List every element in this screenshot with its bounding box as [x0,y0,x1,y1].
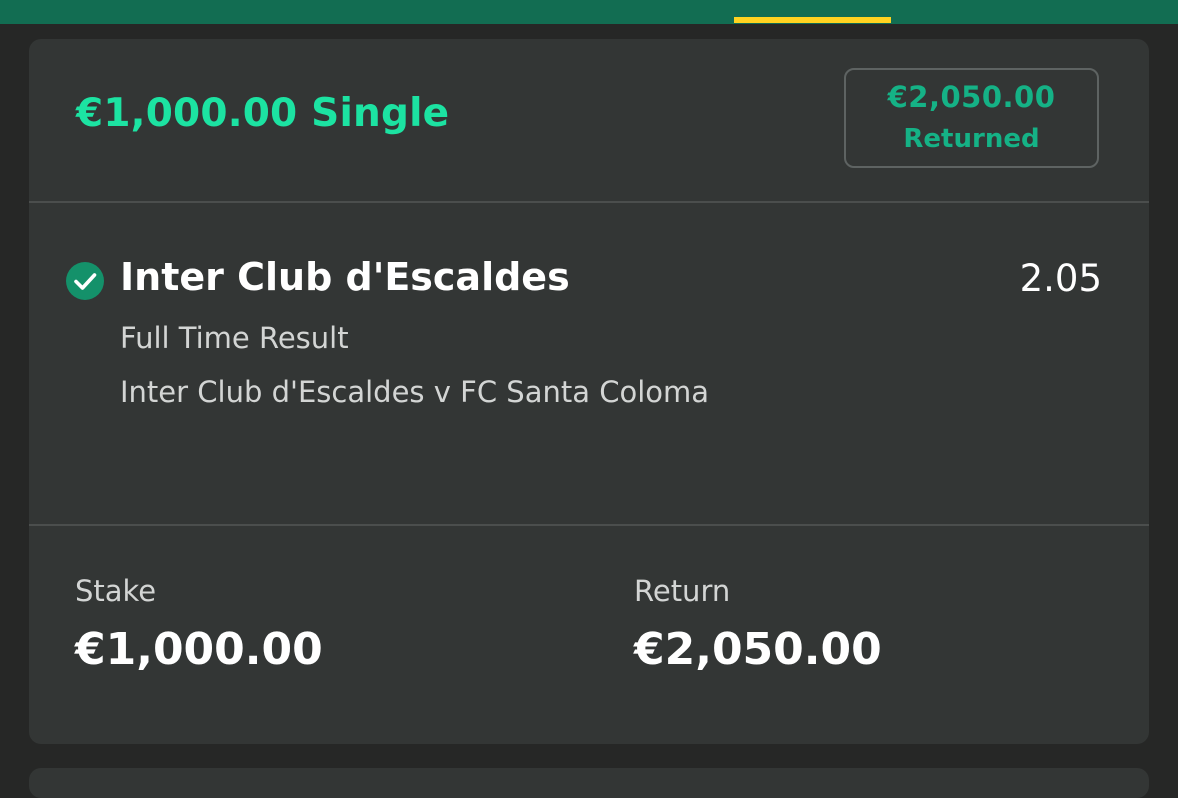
event-name: Inter Club d'Escaldes v FC Santa Coloma [120,375,710,409]
selection-odds: 2.05 [1019,257,1102,300]
top-navigation-bar [0,0,1178,24]
selection-name: Inter Club d'Escaldes [120,255,570,299]
stake-value: €1,000.00 [75,624,323,675]
header-divider [29,201,1149,203]
summary-divider [29,524,1149,526]
next-bet-card[interactable] [29,768,1149,798]
returned-label: Returned [903,124,1040,154]
bet-title: €1,000.00 Single [76,91,450,136]
bet-card[interactable]: €1,000.00 Single €2,050.00 Returned Inte… [29,39,1149,744]
returned-badge: €2,050.00 Returned [844,68,1099,168]
bet-card-header: €1,000.00 Single €2,050.00 Returned [29,39,1149,201]
market-name: Full Time Result [120,321,349,355]
check-circle-icon [66,262,104,300]
return-label: Return [634,574,731,608]
return-value: €2,050.00 [634,624,882,675]
returned-amount: €2,050.00 [887,80,1056,114]
active-tab-indicator [734,17,891,23]
stake-label: Stake [75,574,157,608]
